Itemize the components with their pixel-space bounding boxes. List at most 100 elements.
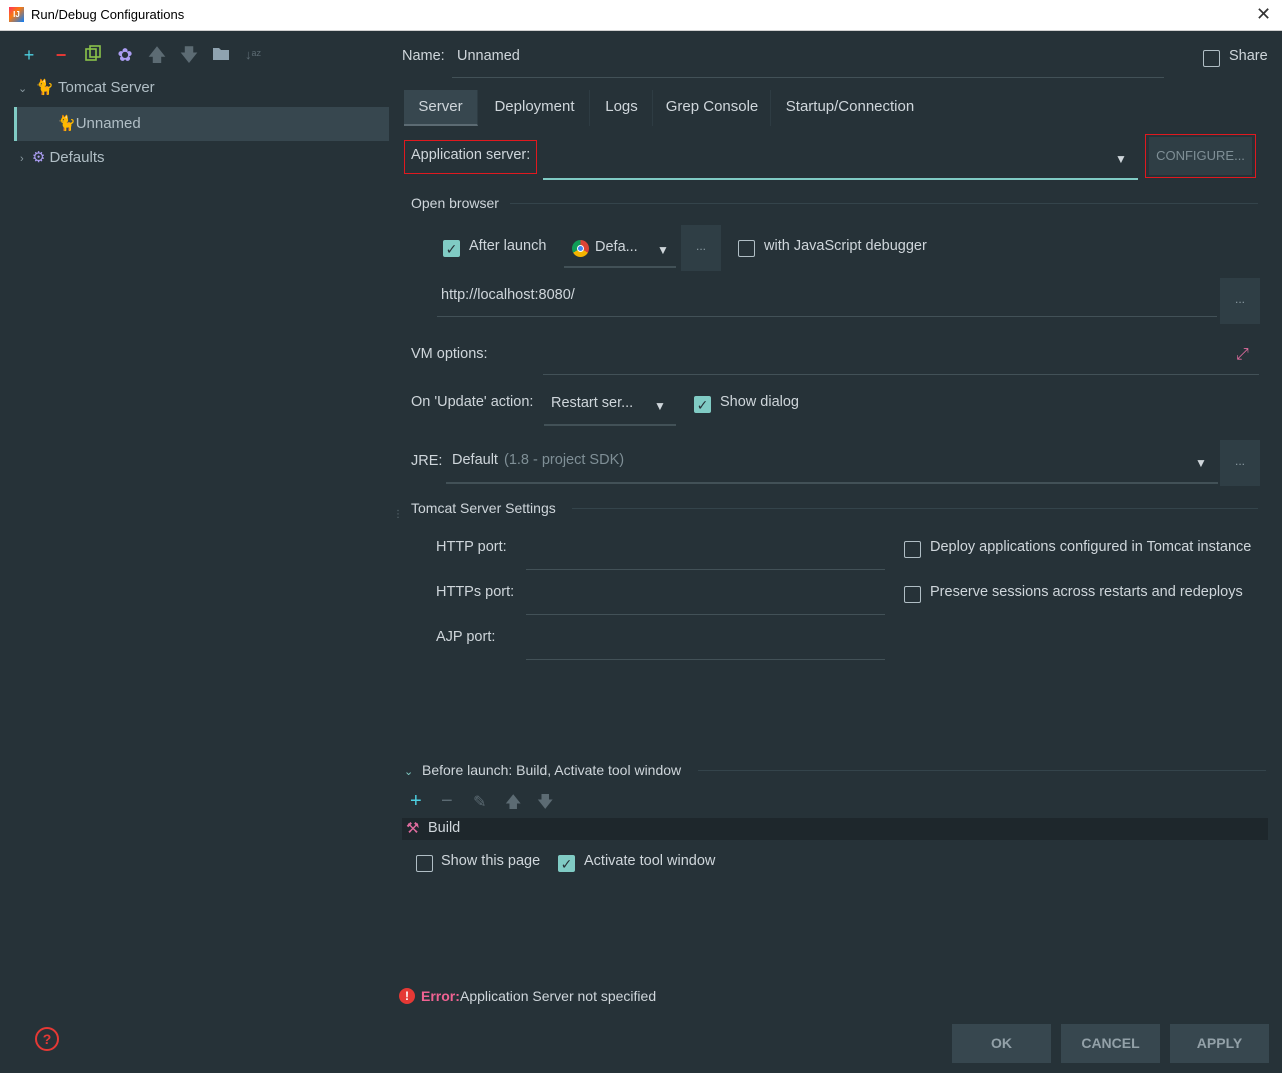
share-label: Share	[1229, 48, 1268, 64]
jre-value: Default	[452, 452, 498, 468]
move-down-icon[interactable]: 🡇	[537, 791, 553, 818]
chrome-icon-center	[577, 245, 584, 252]
add-icon[interactable]: +	[410, 790, 422, 813]
https-port-input[interactable]	[526, 614, 885, 615]
tab-startup-connection[interactable]: Startup/Connection	[772, 90, 928, 126]
tomcat-icon: 🐈	[35, 79, 55, 96]
after-launch-label: After launch	[469, 238, 547, 254]
on-update-label: On 'Update' action:	[411, 394, 534, 410]
jre-hint: (1.8 - project SDK)	[504, 452, 625, 468]
before-launch-list: ⚒ Build	[402, 818, 1268, 840]
jre-select[interactable]: Default (1.8 - project SDK) ▼	[446, 440, 1218, 484]
open-browser-section: Open browser	[411, 195, 499, 211]
tab-logs[interactable]: Logs	[591, 90, 653, 126]
deploy-apps-label: Deploy applications configured in Tomcat…	[930, 539, 1252, 555]
activate-tool-window-label: Activate tool window	[584, 853, 716, 869]
deploy-apps-checkbox[interactable]	[904, 541, 921, 558]
move-down-icon[interactable]: 🡇	[178, 44, 200, 66]
apply-button[interactable]: APPLY	[1170, 1024, 1269, 1063]
cancel-button[interactable]: CANCEL	[1061, 1024, 1160, 1063]
sort-icon[interactable]: ↓ᵃᶻ	[242, 44, 264, 66]
copy-icon[interactable]	[82, 44, 104, 66]
on-update-select[interactable]: Restart ser... ▼	[544, 384, 676, 426]
name-label: Name:	[402, 48, 445, 64]
app-server-select[interactable]	[543, 138, 1138, 180]
window-title-bar: IJ Run/Debug Configurations ✕	[0, 0, 1282, 31]
folder-icon[interactable]	[210, 44, 232, 66]
tab-server[interactable]: Server	[404, 90, 478, 126]
expand-icon[interactable]: ⤢	[1236, 346, 1249, 364]
ajp-port-input[interactable]	[526, 659, 885, 660]
http-port-input[interactable]	[526, 569, 885, 570]
configurations-sidebar: + − ✿ 🡅 🡇 ↓ᵃᶻ ⌄ 🐈 Tomcat Server 🐈Unnamed…	[2, 31, 390, 1071]
close-icon[interactable]: ✕	[1256, 4, 1271, 25]
move-up-icon[interactable]: 🡅	[505, 791, 521, 818]
remove-icon[interactable]: −	[441, 790, 453, 813]
show-dialog-label: Show dialog	[720, 394, 799, 410]
tomcat-icon: 🐈	[57, 115, 76, 132]
tab-deployment[interactable]: Deployment	[480, 90, 590, 126]
ok-button[interactable]: OK	[952, 1024, 1051, 1063]
on-update-value: Restart ser...	[551, 395, 634, 411]
https-port-label: HTTPs port:	[436, 584, 515, 600]
show-dialog-checkbox[interactable]: ✓	[694, 396, 711, 413]
name-input[interactable]: Unnamed	[457, 48, 520, 64]
window-title: Run/Debug Configurations	[31, 7, 185, 22]
remove-icon[interactable]: −	[50, 44, 72, 66]
chevron-down-icon: ▼	[657, 243, 669, 257]
chevron-down-icon: ▼	[1115, 152, 1127, 166]
divider	[510, 203, 1258, 204]
edit-icon[interactable]: ✎	[473, 792, 486, 812]
divider	[572, 508, 1258, 509]
list-item[interactable]: ⚒ Build	[404, 819, 1266, 839]
build-task-label: Build	[428, 820, 461, 836]
name-field-underline	[452, 77, 1164, 78]
browser-select[interactable]: Defa... ▼	[564, 230, 676, 268]
server-tab-panel	[402, 126, 1268, 740]
after-launch-checkbox[interactable]: ✓	[443, 240, 460, 257]
error-icon: !	[399, 988, 415, 1004]
chevron-right-icon: ›	[20, 153, 24, 165]
add-icon[interactable]: +	[18, 44, 40, 66]
activate-tool-window-checkbox[interactable]: ✓	[558, 855, 575, 872]
app-server-label: Application server:	[411, 147, 531, 163]
show-page-label: Show this page	[441, 853, 541, 869]
help-icon[interactable]: ?	[35, 1027, 59, 1051]
share-checkbox[interactable]	[1203, 50, 1220, 67]
chevron-down-icon[interactable]: ⌄	[404, 765, 413, 778]
url-options-button[interactable]: ...	[1220, 278, 1260, 324]
move-up-icon[interactable]: 🡅	[146, 44, 168, 66]
show-page-checkbox[interactable]	[416, 855, 433, 872]
preserve-sessions-label: Preserve sessions across restarts and re…	[930, 584, 1243, 600]
browser-value: Defa...	[595, 239, 638, 255]
tree-item-defaults[interactable]: › ⚙ Defaults	[20, 141, 390, 175]
before-launch-header[interactable]: Before launch: Build, Activate tool wind…	[422, 762, 681, 778]
js-debugger-label: with JavaScript debugger	[764, 238, 927, 254]
error-prefix: Error:	[421, 988, 460, 1004]
jre-options-button[interactable]: ...	[1220, 440, 1260, 486]
vm-options-label: VM options:	[411, 346, 488, 362]
hammer-icon: ⚒	[406, 820, 420, 837]
vm-options-input[interactable]	[543, 374, 1259, 375]
tree-item-unnamed[interactable]: 🐈Unnamed	[14, 107, 389, 141]
tree-item-tomcat-server[interactable]: ⌄ 🐈 Tomcat Server	[18, 71, 388, 105]
ajp-port-label: AJP port:	[436, 629, 496, 645]
js-debugger-checkbox[interactable]	[738, 240, 755, 257]
browser-options-button[interactable]: ...	[681, 225, 721, 271]
http-port-label: HTTP port:	[436, 539, 507, 555]
chevron-down-icon: ▼	[1195, 456, 1207, 470]
preserve-sessions-checkbox[interactable]	[904, 586, 921, 603]
intellij-app-icon: IJ	[9, 7, 24, 22]
tab-grep-console[interactable]: Grep Console	[654, 90, 771, 126]
settings-icon[interactable]: ✿	[114, 44, 136, 66]
chevron-down-icon: ▼	[654, 399, 666, 413]
jre-label: JRE:	[411, 453, 443, 469]
divider	[698, 770, 1266, 771]
chevron-down-icon: ⌄	[18, 83, 28, 95]
tomcat-settings-section: Tomcat Server Settings	[411, 500, 556, 516]
error-message: Application Server not specified	[460, 988, 657, 1004]
configure-button[interactable]: CONFIGURE...	[1149, 137, 1252, 175]
gear-icon: ⚙	[31, 149, 46, 166]
url-input[interactable]: http://localhost:8080/	[441, 287, 575, 303]
url-field-underline	[437, 316, 1217, 317]
